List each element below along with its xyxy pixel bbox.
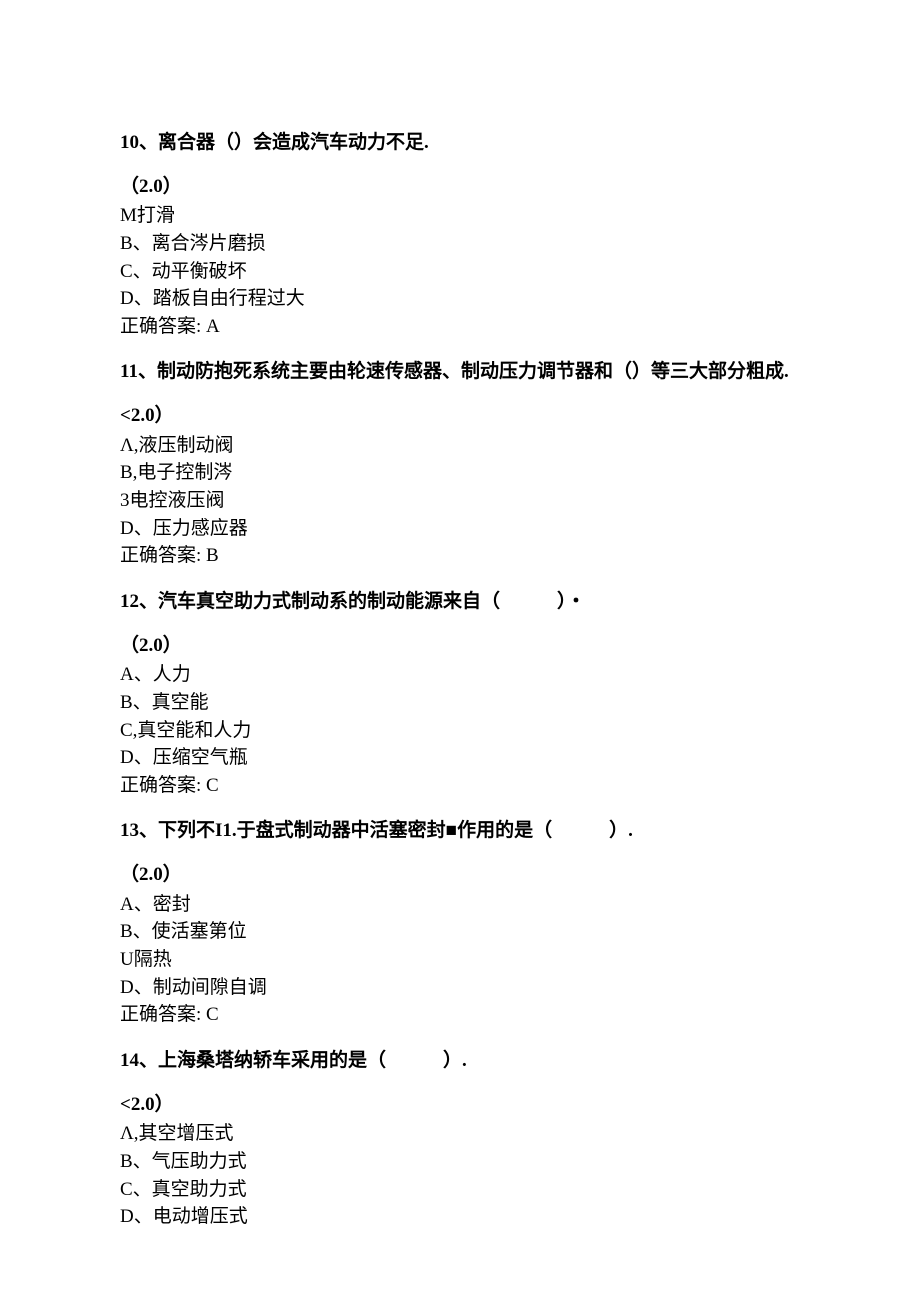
answer-line: 正确答案: C: [120, 1002, 800, 1028]
question-number: 14: [120, 1050, 139, 1071]
answer-value: C: [206, 775, 219, 796]
question-score: （2.0）: [120, 633, 800, 659]
option-d: D、电动增压式: [120, 1204, 800, 1230]
answer-line: 正确答案: B: [120, 543, 800, 569]
question-title: 14、上海桑塔纳轿车采用的是（ ）.: [120, 1048, 800, 1074]
answer-line: 正确答案: C: [120, 773, 800, 799]
answer-value: C: [206, 1004, 219, 1025]
option-c: C,真空能和人力: [120, 718, 800, 744]
question-stem: 、制动防抱死系统主要由轮速传感器、制动压力调节器和（）等三大部分粗成.: [138, 361, 789, 382]
option-b: B、离合涔片磨损: [120, 231, 800, 257]
answer-line: 正确答案: A: [120, 314, 800, 340]
option-a: A、密封: [120, 892, 800, 918]
option-a: Λ,液压制动阀: [120, 433, 800, 459]
question-title: 11、制动防抱死系统主要由轮速传感器、制动压力调节器和（）等三大部分粗成.: [120, 359, 800, 385]
question-number: 10: [120, 132, 139, 153]
question-stem: 、下列不I1.于盘式制动器中活塞密封■作用的是（ ）.: [139, 820, 633, 841]
answer-label: 正确答案:: [120, 316, 206, 337]
option-b: B、气压助力式: [120, 1149, 800, 1175]
answer-label: 正确答案:: [120, 775, 206, 796]
option-d: D、压缩空气瓶: [120, 745, 800, 771]
question-title: 10、离合器（）会造成汽车动力不足.: [120, 130, 800, 156]
answer-value: A: [206, 316, 220, 337]
option-d: D、压力感应器: [120, 516, 800, 542]
option-a: M打滑: [120, 203, 800, 229]
option-b: B、真空能: [120, 690, 800, 716]
question-number: 12: [120, 591, 139, 612]
option-c: 3电控液压阀: [120, 488, 800, 514]
option-c: U隔热: [120, 947, 800, 973]
option-c: C、动平衡破坏: [120, 259, 800, 285]
question-title: 12、汽车真空助力式制动系的制动能源来自（ ）・: [120, 589, 800, 615]
option-a: A、人力: [120, 662, 800, 688]
option-d: D、踏板自由行程过大: [120, 286, 800, 312]
option-a: Λ,其空增压式: [120, 1121, 800, 1147]
question-title: 13、下列不I1.于盘式制动器中活塞密封■作用的是（ ）.: [120, 818, 800, 844]
question-number: 13: [120, 820, 139, 841]
question-score: （2.0）: [120, 862, 800, 888]
answer-label: 正确答案:: [120, 545, 206, 566]
question-number: 11: [120, 361, 138, 382]
question-stem: 、离合器（）会造成汽车动力不足.: [139, 132, 429, 153]
question-score: <2.0）: [120, 1092, 800, 1118]
answer-value: B: [206, 545, 219, 566]
answer-label: 正确答案:: [120, 1004, 206, 1025]
option-d: D、制动间隙自调: [120, 975, 800, 1001]
question-score: （2.0）: [120, 174, 800, 200]
document-page: 10、离合器（）会造成汽车动力不足. （2.0） M打滑 B、离合涔片磨损 C、…: [0, 0, 920, 1301]
question-score: <2.0）: [120, 403, 800, 429]
option-b: B,电子控制涔: [120, 460, 800, 486]
option-c: C、真空助力式: [120, 1177, 800, 1203]
question-stem: 、上海桑塔纳轿车采用的是（ ）.: [139, 1050, 467, 1071]
question-stem: 、汽车真空助力式制动系的制动能源来自（ ）・: [139, 591, 586, 612]
option-b: B、使活塞第位: [120, 919, 800, 945]
